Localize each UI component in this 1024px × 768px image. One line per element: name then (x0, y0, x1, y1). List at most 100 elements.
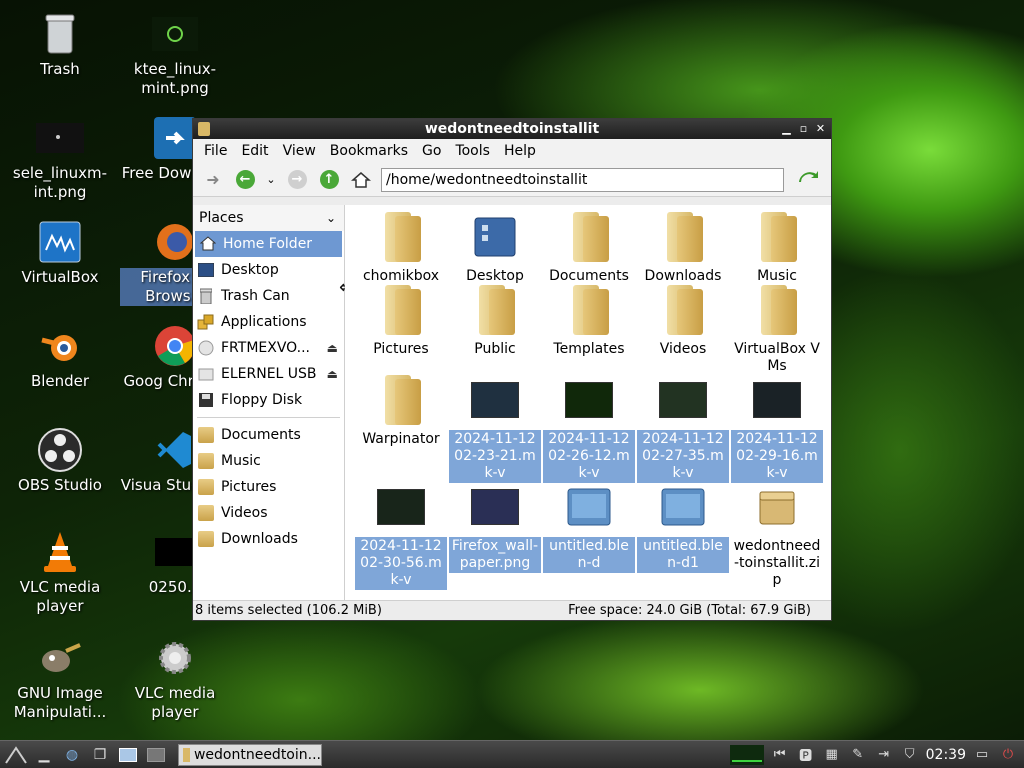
media-previous-icon[interactable]: ⏮ (770, 745, 790, 765)
up-button[interactable]: ↑ (315, 167, 343, 193)
usb-icon (197, 365, 215, 383)
cpu-monitor-icon[interactable] (729, 744, 764, 765)
file-item[interactable]: 2024-11-12 02-27-35.mk-v (637, 374, 729, 483)
sidebar-item-home-folder[interactable]: Home Folder (195, 231, 342, 257)
desktop-icon-sele-png[interactable]: sele_linuxm-int.png (5, 116, 115, 202)
file-item[interactable]: Warpinator (355, 374, 447, 449)
workspace-icon (119, 747, 137, 762)
workspace-1[interactable] (116, 744, 140, 766)
sidebar-bookmark-music[interactable]: Music (193, 448, 344, 474)
sidebar-item-floppy-disk[interactable]: Floppy Disk (193, 387, 344, 413)
taskbar-window-button[interactable]: wedontneedtoin... (178, 743, 322, 766)
menu-bookmarks[interactable]: Bookmarks (323, 143, 415, 159)
go-arrow-icon (799, 170, 818, 182)
chevron-down-icon: ⌄ (325, 211, 336, 225)
power-icon[interactable]: ⏻ (998, 745, 1018, 765)
desktop-icon-vlc[interactable]: VLC media player (5, 530, 115, 616)
menu-file[interactable]: File (197, 143, 234, 159)
calendar-icon[interactable]: ▦ (822, 745, 842, 765)
folder-icon (197, 530, 215, 548)
folder-icon (198, 122, 210, 136)
maximize-icon[interactable]: ▫ (797, 122, 810, 135)
switch-user-icon[interactable]: ⇥ (874, 745, 894, 765)
desktop-icon-gimp[interactable]: GNU Image Manipulati... (5, 636, 115, 722)
menu-button[interactable] (4, 744, 28, 766)
clipboard-icon[interactable]: 🅿 (796, 745, 816, 765)
display-icon[interactable]: ▭ (972, 745, 992, 765)
blender-icon (36, 324, 84, 368)
file-item[interactable]: Downloads (637, 211, 729, 286)
sidebar-bookmark-documents[interactable]: Documents (193, 422, 344, 448)
sidebar-bookmark-videos[interactable]: Videos (193, 500, 344, 526)
desktop-icon-virtualbox[interactable]: VirtualBox (5, 220, 115, 287)
menu-edit[interactable]: Edit (234, 143, 275, 159)
menu-view[interactable]: View (276, 143, 323, 159)
shield-icon[interactable]: ⛉ (900, 745, 920, 765)
file-item[interactable]: Public (449, 284, 541, 359)
close-icon[interactable]: ✕ (814, 122, 827, 135)
toolbar: ➜ ← ⌄ → ↑ (193, 163, 831, 197)
clock[interactable]: 02:39 (926, 747, 966, 763)
file-item[interactable]: Videos (637, 284, 729, 359)
eject-icon[interactable]: ⏏ (327, 367, 338, 381)
sidebar-item-elernel-usb[interactable]: ELERNEL USB ⏏ (193, 361, 344, 387)
forward-arrow-icon: → (287, 170, 307, 189)
file-item[interactable]: Firefox_wall-paper.png (449, 481, 541, 573)
file-item[interactable]: 2024-11-12 02-26-12.mk-v (543, 374, 635, 483)
sidebar-item-frtmexvo[interactable]: FRTMEXVO... ⏏ (193, 335, 344, 361)
sidebar-bookmark-pictures[interactable]: Pictures (193, 474, 344, 500)
sidebar-bookmark-downloads[interactable]: Downloads (193, 526, 344, 552)
status-bar: 8 items selected (106.2 MiB) Free space:… (193, 600, 831, 620)
file-item[interactable]: Templates (543, 284, 635, 359)
file-item[interactable]: wedontneed-toinstallit.zip (731, 481, 823, 590)
window-title: wedontneedtoinstallit (424, 121, 600, 137)
menu-tools[interactable]: Tools (448, 143, 497, 159)
file-item[interactable]: 2024-11-12 02-30-56.mk-v (355, 481, 447, 590)
sidebar-item-trash-can[interactable]: Trash Can (193, 283, 344, 309)
folder-icon (469, 284, 521, 336)
go-button[interactable] (794, 167, 822, 193)
folder-icon (197, 452, 215, 470)
home-button[interactable] (347, 167, 375, 193)
folder-icon (751, 211, 803, 263)
eject-icon[interactable]: ⏏ (327, 341, 338, 355)
workspace-button[interactable]: ❐ (88, 744, 112, 766)
arrow-icon: ➜ (206, 170, 220, 189)
file-item[interactable]: Pictures (355, 284, 447, 359)
file-item[interactable]: 2024-11-12 02-29-16.mk-v (731, 374, 823, 483)
new-tab-button[interactable]: ➜ (199, 167, 227, 193)
file-item[interactable]: VirtualBox VMs (731, 284, 823, 376)
desktop-icon-blender[interactable]: Blender (5, 324, 115, 391)
video-thumbnail-icon (563, 374, 615, 426)
window-titlebar[interactable]: wedontneedtoinstallit ▁ ▫ ✕ (193, 119, 831, 139)
network-button[interactable]: ◍ (60, 744, 84, 766)
minimize-icon[interactable]: ▁ (780, 122, 793, 135)
file-item[interactable]: 2024-11-12 02-23-21.mk-v (449, 374, 541, 483)
home-icon (351, 171, 371, 188)
file-manager-window: wedontneedtoinstallit ▁ ▫ ✕ File Edit Vi… (192, 118, 832, 621)
path-input[interactable] (381, 167, 784, 192)
forward-button[interactable]: → (283, 167, 311, 193)
workspace-2[interactable] (144, 744, 168, 766)
desktop-icon-obs[interactable]: OBS Studio (5, 428, 115, 495)
back-button[interactable]: ← (231, 167, 259, 193)
file-item[interactable]: untitled.blen-d (543, 481, 635, 573)
menu-go[interactable]: Go (415, 143, 448, 159)
places-header[interactable]: Places ⌄ (193, 205, 344, 231)
folder-icon (657, 211, 709, 263)
file-item[interactable]: Documents (543, 211, 635, 286)
file-item[interactable]: Desktop (449, 211, 541, 286)
desktop-icon-ktee-png[interactable]: ktee_linux-mint.png (120, 12, 230, 98)
show-desktop-button[interactable]: ▁ (32, 744, 56, 766)
menu-help[interactable]: Help (497, 143, 543, 159)
sidebar-item-applications[interactable]: Applications (193, 309, 344, 335)
desktop-icon-vlc-2[interactable]: VLC media player (120, 636, 230, 722)
file-item[interactable]: untitled.blen-d1 (637, 481, 729, 573)
selection-status: 8 items selected (106.2 MiB) (195, 603, 382, 618)
file-item[interactable]: Music (731, 211, 823, 286)
desktop-icon-trash[interactable]: Trash (5, 12, 115, 79)
history-dropdown[interactable]: ⌄ (263, 167, 279, 193)
file-item[interactable]: chomikbox (355, 211, 447, 286)
usb-tray-icon[interactable]: ✎ (848, 745, 868, 765)
sidebar-item-desktop[interactable]: Desktop (193, 257, 344, 283)
